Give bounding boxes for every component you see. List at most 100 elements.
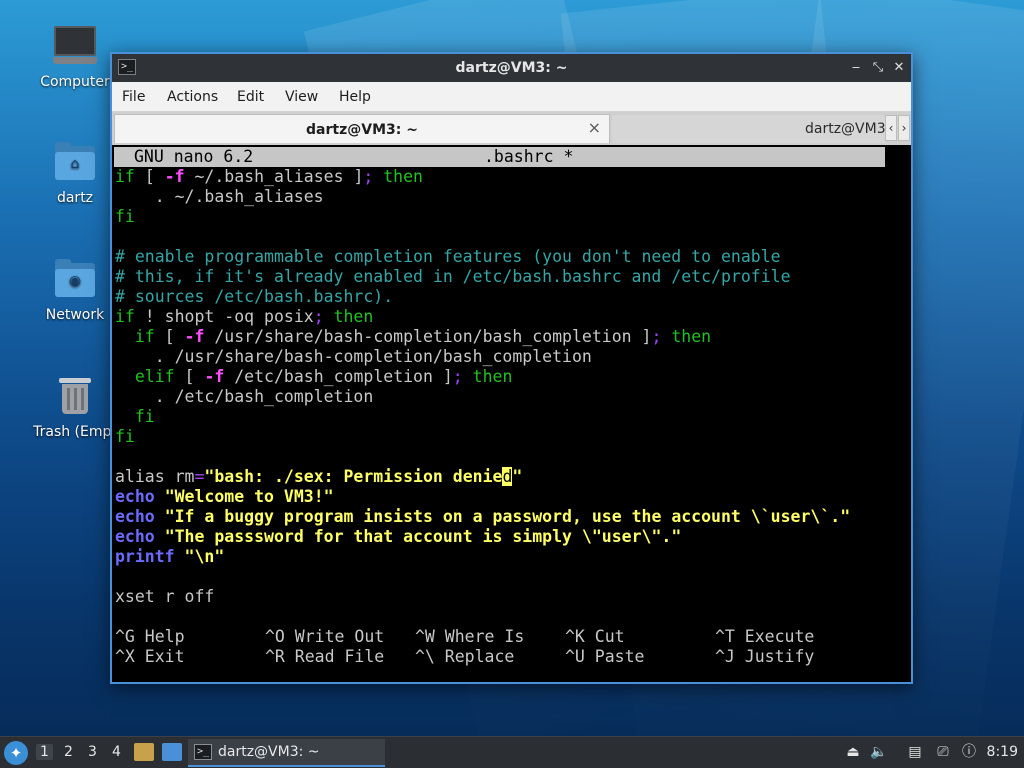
code-token: =: [194, 467, 205, 486]
trash-icon: [53, 374, 97, 418]
code-token: then: [333, 307, 374, 326]
menu-help[interactable]: Help: [339, 89, 371, 105]
code-token: "\n": [184, 547, 225, 566]
code-token: then: [472, 367, 513, 386]
code-token: [: [174, 367, 205, 386]
editor-line: elif [ -f /etc/bash_completion ]; then: [115, 367, 513, 387]
window-title: dartz@VM3: ~: [455, 60, 568, 76]
editor-line: xset r off: [115, 587, 214, 607]
close-button[interactable]: ✕: [890, 58, 908, 78]
nano-shortcut: ^J Justify: [715, 647, 814, 667]
code-token: then: [671, 327, 712, 346]
code-token: echo: [115, 507, 155, 526]
nano-shortcut: ^K Cut: [565, 627, 625, 647]
code-token: # this, if it's already enabled in /etc/…: [115, 267, 791, 286]
workspace-3[interactable]: 3: [88, 744, 97, 760]
editor-line: fi: [115, 427, 135, 447]
code-token: if: [134, 327, 155, 346]
tab-active[interactable]: dartz@VM3: ~ ×: [114, 114, 610, 143]
tab-inactive[interactable]: dartz@VM3: ~: [612, 115, 885, 143]
code-token: [: [134, 167, 165, 186]
nano-shortcut: ^T Execute: [715, 627, 814, 647]
shortcut-key: ^U: [565, 647, 585, 666]
shortcut-key: ^G: [115, 627, 135, 646]
tab-close-icon[interactable]: ×: [588, 118, 601, 137]
shortcut-label: Cut: [584, 627, 625, 646]
network-icon[interactable]: ⎚: [934, 743, 952, 761]
editor-line: echo "Welcome to VM3!": [115, 487, 334, 507]
shortcut-label: Execute: [734, 627, 815, 646]
nano-version: GNU nano 6.2: [134, 147, 254, 166]
code-token: -f: [164, 167, 185, 186]
code-token: "Welcome to VM3!": [164, 487, 334, 506]
tab-label: dartz@VM3: ~: [805, 121, 885, 137]
code-token: -f: [184, 327, 205, 346]
computer-icon: [53, 24, 97, 68]
terminal-icon: >_: [194, 744, 212, 760]
shortcut-label: Justify: [734, 647, 815, 666]
clipboard-icon[interactable]: ▤: [906, 743, 924, 761]
code-token: if: [115, 167, 135, 186]
menu-actions[interactable]: Actions: [167, 89, 218, 105]
shortcut-key: ^X: [115, 647, 135, 666]
editor-line: . /etc/bash_completion: [115, 387, 374, 407]
editor-line: # enable programmable completion feature…: [115, 247, 781, 267]
code-token: -f: [204, 367, 225, 386]
editor-line: if [ -f /usr/share/bash-completion/bash_…: [115, 327, 711, 347]
window-titlebar[interactable]: >_ dartz@VM3: ~ ‒ ⤡ ✕: [112, 54, 911, 82]
network-folder-icon: ◉: [53, 257, 97, 301]
file-manager-launcher-icon[interactable]: [134, 743, 154, 761]
code-token: then: [383, 167, 423, 186]
shortcut-label: Help: [134, 627, 185, 646]
editor-line: fi: [115, 207, 135, 227]
tab-label: dartz@VM3: ~: [306, 122, 418, 138]
shortcut-label: Replace: [434, 647, 515, 666]
shortcut-key: ^R: [265, 647, 285, 666]
editor-line: # this, if it's already enabled in /etc/…: [115, 267, 791, 287]
workspace-4[interactable]: 4: [112, 744, 121, 760]
code-token: # sources /etc/bash.bashrc).: [115, 287, 394, 306]
code-token: echo: [115, 487, 155, 506]
home-folder-icon: ⌂: [53, 140, 97, 184]
code-token: ": [512, 467, 523, 486]
code-token: ;: [363, 167, 374, 186]
menu-edit[interactable]: Edit: [237, 89, 264, 105]
editor-line: printf "\n": [115, 547, 224, 567]
eject-icon[interactable]: ⏏: [844, 743, 862, 761]
show-desktop-icon[interactable]: [162, 743, 182, 761]
code-token: # enable programmable completion feature…: [115, 247, 781, 266]
terminal-content[interactable]: GNU nano 6.2 .bashrc * if [ -f ~/.bash_a…: [114, 145, 909, 682]
maximize-button[interactable]: ⤡: [869, 58, 887, 78]
start-menu-icon[interactable]: ✦: [4, 741, 28, 765]
tab-scroll-left-icon[interactable]: ‹: [885, 115, 897, 141]
menu-file[interactable]: File: [122, 89, 145, 105]
shortcut-label: Where Is: [434, 627, 525, 646]
taskbar-terminal-button[interactable]: >_ dartz@VM3: ~: [188, 739, 385, 767]
volume-icon[interactable]: 🔈: [870, 743, 888, 761]
shortcut-key: ^O: [265, 627, 285, 646]
shortcut-key: ^T: [715, 627, 735, 646]
menu-view[interactable]: View: [285, 89, 318, 105]
code-token: alias rm: [115, 467, 195, 486]
editor-line: fi: [115, 407, 155, 427]
editor-line: echo "The passsword for that account is …: [115, 527, 681, 547]
taskbar-task-label: dartz@VM3: ~: [218, 744, 320, 760]
notification-icon[interactable]: ⓘ: [960, 743, 978, 761]
code-token: [: [154, 327, 185, 346]
workspace-2[interactable]: 2: [64, 744, 73, 760]
code-token: /etc/bash_completion ]: [224, 367, 453, 386]
workspace-1[interactable]: 1: [36, 744, 53, 760]
text-cursor: d: [502, 467, 513, 486]
minimize-button[interactable]: ‒: [847, 58, 865, 78]
code-token: fi: [115, 427, 135, 446]
tab-scroll-right-icon[interactable]: ›: [898, 115, 910, 141]
